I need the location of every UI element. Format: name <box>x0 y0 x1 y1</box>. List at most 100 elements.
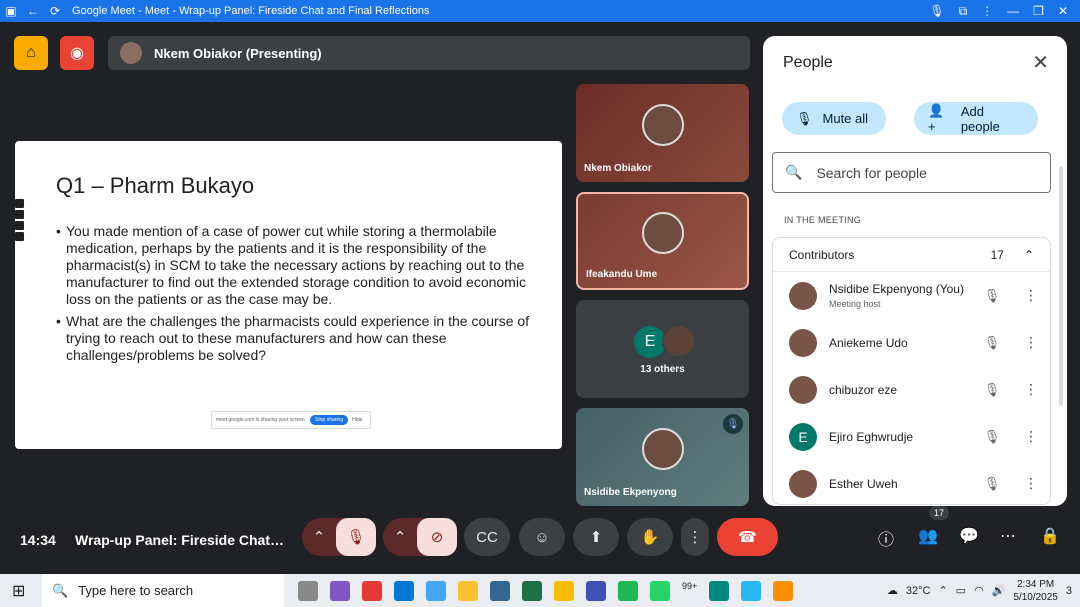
present-button[interactable]: ⬆ <box>573 518 619 556</box>
list-item[interactable]: Nsidibe Ekpenyong (You) Meeting host 🎙 ⋮ <box>773 272 1050 319</box>
door-icon: ⌂ <box>26 44 36 61</box>
mic-off-icon[interactable]: 🎙 <box>982 429 1002 445</box>
list-item[interactable]: E Ejiro Eghwrudje 🎙 ⋮ <box>773 413 1050 460</box>
mic-off-icon[interactable]: 🎙 <box>982 382 1002 398</box>
excel-icon[interactable] <box>522 580 542 601</box>
spotify-icon[interactable] <box>618 580 638 601</box>
battery-icon[interactable]: ▭ <box>956 584 966 597</box>
wifi-icon[interactable]: ◠ <box>974 584 984 597</box>
search-input[interactable] <box>816 164 1017 181</box>
participant-tile[interactable]: Ifeakandu Ume <box>576 192 749 290</box>
participant-name: Ejiro Eghwrudje <box>829 429 914 444</box>
stop-sharing-button[interactable]: Stop sharing <box>310 415 349 425</box>
participant-name: Ifeakandu Ume <box>586 269 658 280</box>
postgres-icon[interactable] <box>490 580 510 601</box>
meeting-stage: ⌂ ◉ Nkem Obiakor (Presenting) Q1 – Pharm… <box>0 22 1080 574</box>
reload-icon[interactable]: ⟳ <box>44 0 66 22</box>
word-icon[interactable] <box>586 580 606 601</box>
chat-icon[interactable]: 💬 <box>959 526 979 546</box>
camera-toggle-button[interactable]: ⊘ <box>417 518 457 556</box>
add-people-button[interactable]: 👤+ Add people <box>914 102 1038 135</box>
more-options-icon[interactable]: ⋮ <box>1024 475 1038 492</box>
minimize-icon[interactable]: — <box>1007 4 1019 19</box>
mic-off-icon[interactable]: 🎙 <box>982 476 1002 492</box>
more-options-icon[interactable]: ⋮ <box>1024 428 1038 445</box>
slide-tool-icon[interactable] <box>15 199 24 208</box>
microphone-icon[interactable]: 🎙 <box>929 4 944 19</box>
close-window-icon[interactable]: ✕ <box>1058 4 1068 19</box>
windows-start-icon[interactable]: ⊞ <box>12 581 25 601</box>
mute-all-button[interactable]: 🎙 Mute all <box>782 102 886 135</box>
taskbar-search-placeholder: Type here to search <box>78 583 194 598</box>
hide-share-bar-button[interactable]: Hide <box>352 417 362 423</box>
section-label: IN THE MEETING <box>784 215 862 225</box>
more-options-button[interactable]: ⋮ <box>681 518 709 556</box>
whatsapp-icon[interactable] <box>650 580 670 601</box>
meeting-activity-button[interactable]: ⌂ <box>14 36 48 70</box>
meet-app-icon[interactable] <box>709 580 730 601</box>
weather-temp[interactable]: 32°C <box>906 585 931 597</box>
restore-icon[interactable]: ❐ <box>1033 4 1044 19</box>
tray-chevron-icon[interactable]: ⌃ <box>938 584 947 597</box>
volume-icon[interactable]: 🔊 <box>992 584 1006 597</box>
telegram-icon[interactable] <box>741 580 762 601</box>
meeting-info-icon[interactable]: ⓘ <box>878 526 894 550</box>
host-controls-icon[interactable]: 🔒 <box>1040 526 1060 546</box>
more-options-icon[interactable]: ⋮ <box>1024 334 1038 351</box>
more-options-icon[interactable]: ⋮ <box>1024 287 1038 304</box>
system-tray: ☁ 32°C ⌃ ▭ ◠ 🔊 2:34 PM 5/10/2025 3 <box>887 574 1072 607</box>
chrome-icon[interactable] <box>554 580 574 601</box>
mic-off-icon[interactable]: 🎙 <box>982 288 1002 304</box>
slide-tool-icon[interactable] <box>15 210 24 219</box>
raise-hand-button[interactable]: ✋ <box>627 518 673 556</box>
taskbar-clock[interactable]: 2:34 PM 5/10/2025 <box>1013 578 1058 604</box>
app-icon[interactable] <box>362 580 382 601</box>
reactions-button[interactable]: ☺ <box>519 518 565 556</box>
task-view-icon[interactable] <box>298 580 318 601</box>
participant-tile[interactable]: Nkem Obiakor <box>576 84 749 182</box>
participant-name: Aniekeme Udo <box>829 335 908 350</box>
self-tile[interactable]: 🎙 Nsidibe Ekpenyong <box>576 408 749 506</box>
participant-name: Esther Uweh <box>829 476 898 491</box>
list-item[interactable]: Esther Uweh 🎙 ⋮ <box>773 460 1050 506</box>
shared-slide: Q1 – Pharm Bukayo You made mention of a … <box>15 141 562 449</box>
captions-button[interactable]: CC <box>464 518 510 556</box>
store-icon[interactable] <box>426 580 446 601</box>
file-explorer-icon[interactable] <box>458 580 478 601</box>
taskbar-apps: 99+ <box>298 580 794 601</box>
participant-name: Nsidibe Ekpenyong <box>584 487 677 498</box>
end-call-icon: ☎ <box>738 529 757 546</box>
notifications-icon[interactable]: 3 <box>1066 585 1072 597</box>
slide-tool-icon[interactable] <box>15 221 24 230</box>
taskbar-search[interactable]: 🔍 Type here to search <box>42 574 284 607</box>
list-item[interactable]: chibuzor eze 🎙 ⋮ <box>773 366 1050 413</box>
mic-toggle-button[interactable]: 🎙 <box>336 518 376 556</box>
mic-off-icon[interactable]: 🎙 <box>982 335 1002 351</box>
vlc-icon[interactable] <box>773 580 794 601</box>
leave-call-button[interactable]: ☎ <box>717 518 778 556</box>
edge-icon[interactable] <box>394 580 414 601</box>
panel-scrollbar[interactable] <box>1059 166 1063 406</box>
others-tile[interactable]: E 13 others <box>576 300 749 398</box>
more-options-icon[interactable]: ⋮ <box>1024 381 1038 398</box>
chevron-up-icon[interactable]: ⌃ <box>1024 248 1034 262</box>
slide-tool-icon[interactable] <box>15 232 24 241</box>
extensions-icon[interactable]: ⧉ <box>959 4 968 19</box>
presenting-label: Nkem Obiakor (Presenting) <box>154 45 322 61</box>
search-field[interactable]: 🔍 <box>772 152 1051 193</box>
recording-button[interactable]: ◉ <box>60 36 94 70</box>
audio-options-chevron-icon[interactable]: ⌃ <box>302 528 336 546</box>
presenting-bar: Nkem Obiakor (Presenting) <box>108 36 750 70</box>
back-arrow-icon[interactable]: ← <box>22 0 44 22</box>
video-options-chevron-icon[interactable]: ⌃ <box>383 528 417 546</box>
participant-role: Meeting host <box>829 298 881 309</box>
more-icon[interactable]: ⋮ <box>981 4 993 19</box>
close-icon[interactable]: ✕ <box>1032 50 1049 75</box>
list-item[interactable]: Aniekeme Udo 🎙 ⋮ <box>773 319 1050 366</box>
present-screen-icon: ⬆ <box>589 529 603 546</box>
people-icon[interactable]: 👥 <box>918 526 938 546</box>
contributors-header[interactable]: Contributors 17 ⌃ <box>773 238 1050 272</box>
contributors-count: 17 <box>990 247 1004 262</box>
copilot-icon[interactable] <box>330 580 350 601</box>
activities-icon[interactable]: ⋯ <box>1000 526 1016 546</box>
